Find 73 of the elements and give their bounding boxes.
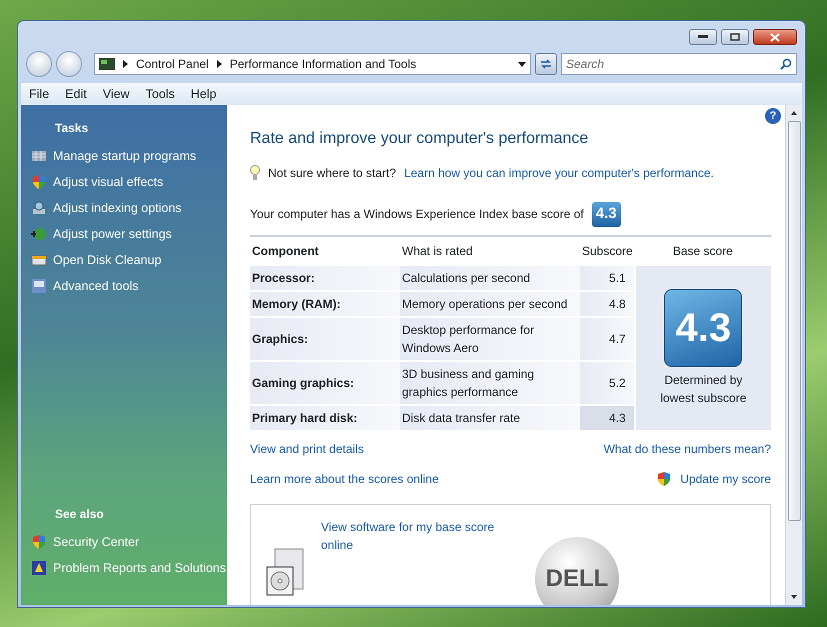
score-badge: 4.3 xyxy=(592,202,621,227)
table-cell: Desktop performance for Windows Aero xyxy=(400,316,580,361)
grid-icon xyxy=(31,148,47,164)
shield-icon xyxy=(656,470,672,487)
breadcrumb-arrow-icon xyxy=(216,60,222,68)
sidebar-link[interactable]: Adjust indexing options xyxy=(31,195,227,221)
base-score-note: Determined by lowest subscore xyxy=(659,372,748,407)
sidebar-link[interactable]: Advanced tools xyxy=(31,273,227,299)
logo: DELL xyxy=(535,536,619,605)
tip-link[interactable]: Learn how you can improve your computer's performance. xyxy=(404,164,714,182)
table-cell: 4.8 xyxy=(580,290,635,317)
tip-text: Not sure where to start? xyxy=(268,165,396,182)
sidebar-link[interactable]: Manage startup programs xyxy=(31,143,227,169)
breadcrumb-arrow-icon xyxy=(123,60,128,68)
breadcrumb[interactable]: Performance Information and Tools xyxy=(230,55,416,73)
breadcrumb[interactable]: Control Panel xyxy=(136,55,209,73)
shield-icon xyxy=(31,534,47,550)
refresh-button[interactable] xyxy=(535,53,557,75)
dropdown-icon[interactable] xyxy=(518,62,526,66)
minimize-icon xyxy=(698,35,708,39)
maximize-icon xyxy=(730,33,740,41)
table-cell: 5.2 xyxy=(580,360,635,405)
minimize-button[interactable] xyxy=(689,29,717,45)
report-icon xyxy=(31,560,47,576)
menu-item[interactable]: Tools xyxy=(138,84,183,104)
control-panel-icon xyxy=(99,58,115,70)
link[interactable]: Learn more about the scores online xyxy=(250,470,439,488)
window-icon xyxy=(31,278,47,294)
search-icon[interactable] xyxy=(780,58,792,70)
table-cell: 5.1 xyxy=(580,266,635,291)
sidebar-heading: Tasks xyxy=(54,120,90,137)
search-field[interactable]: Search xyxy=(561,53,797,75)
menu-item[interactable]: View xyxy=(94,84,138,104)
sidebar-link[interactable]: Adjust visual effects xyxy=(31,169,227,195)
software-link[interactable]: View software for my base score online xyxy=(321,518,501,554)
table-cell: Graphics: xyxy=(250,316,400,361)
scroll-down-icon[interactable] xyxy=(790,593,798,601)
table-cell: Primary hard disk: xyxy=(250,404,400,431)
close-icon xyxy=(770,32,780,42)
table-cell: Processor: xyxy=(250,266,400,291)
menu-item[interactable]: Help xyxy=(182,84,224,104)
link[interactable]: View and print details xyxy=(250,440,364,458)
table-cell: Memory operations per second xyxy=(400,290,580,317)
help-button[interactable]: ? xyxy=(765,108,781,124)
refresh-icon xyxy=(540,58,552,70)
forward-button[interactable] xyxy=(56,51,82,77)
scroll-up-icon[interactable] xyxy=(790,109,798,117)
score-text: Your computer has a Windows Experience Index base score of xyxy=(250,206,584,224)
close-button[interactable] xyxy=(753,29,797,45)
shield-icon xyxy=(31,174,47,190)
menu-item[interactable]: File xyxy=(21,84,58,104)
maximize-button[interactable] xyxy=(721,29,749,45)
link[interactable]: What do these numbers mean? xyxy=(604,440,771,458)
lightbulb-icon xyxy=(250,165,260,182)
table-cell: 3D business and gaming graphics performance xyxy=(400,360,580,405)
table-cell: Disk data transfer rate xyxy=(400,404,580,431)
sidebar-link[interactable]: Adjust power settings xyxy=(31,221,227,247)
menu-item[interactable]: Edit xyxy=(57,84,95,104)
table-cell: 4.7 xyxy=(580,316,635,361)
table-cell: Calculations per second xyxy=(400,266,580,291)
table-cell: Gaming graphics: xyxy=(250,360,400,405)
sidebar-heading: See also xyxy=(54,506,105,523)
address-bar[interactable]: Control Panel Performance Information and Tools xyxy=(94,53,531,75)
page-heading: Rate and improve your computer's performance xyxy=(250,129,590,148)
scrollbar[interactable] xyxy=(785,105,802,605)
plug-icon xyxy=(31,226,47,242)
link[interactable]: Update my score xyxy=(680,470,771,488)
table-cell: Memory (RAM): xyxy=(250,290,400,317)
sidebar-link[interactable]: Open Disk Cleanup xyxy=(31,247,227,273)
magnifier-icon xyxy=(31,200,47,216)
back-button[interactable] xyxy=(26,51,52,77)
base-score-tile: 4.3 xyxy=(664,288,742,367)
table-cell: 4.3 xyxy=(580,404,635,431)
